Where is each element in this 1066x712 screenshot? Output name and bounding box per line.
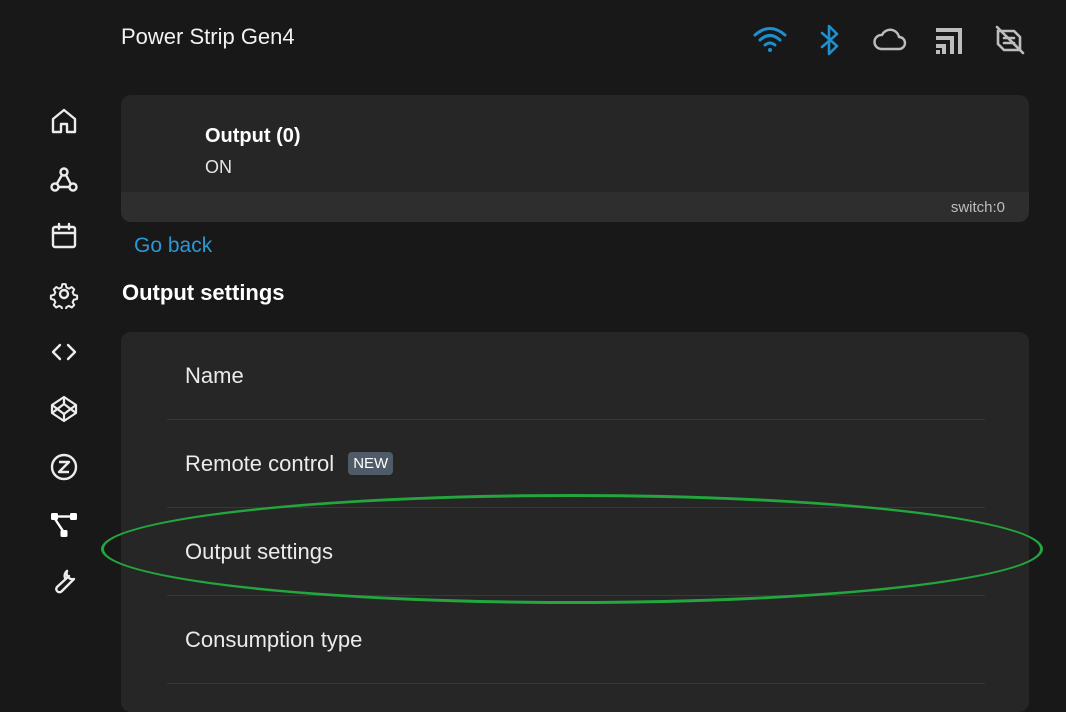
webhooks-icon [50,166,78,192]
settings-item-label: Output settings [185,539,333,564]
output-name: Output (0) [205,125,301,147]
output-footer: switch:0 [121,192,1029,222]
rss-icon[interactable] [932,22,968,58]
sidebar [44,92,84,611]
sidebar-item-zigbee[interactable] [44,438,84,496]
settings-item-remote-control[interactable]: Remote control NEW [167,420,985,508]
home-icon [51,108,77,134]
output-state: ON [205,157,232,177]
new-badge: NEW [348,452,394,475]
settings-item-label: Name [185,363,244,388]
gear-icon [49,283,79,309]
cloud-icon[interactable] [872,22,908,58]
scheduler-off-icon[interactable] [992,22,1028,58]
sidebar-item-components[interactable] [44,380,84,438]
settings-item-label: Consumption type [185,627,363,652]
go-back-link[interactable]: Go back [134,234,212,258]
settings-item-label: Remote control [185,451,335,476]
sidebar-item-webhooks[interactable] [44,150,84,208]
wrench-icon [55,570,76,594]
output-card: Output (0) ON switch:0 [121,95,1029,222]
code-icon [51,343,77,360]
settings-item-name[interactable]: Name [167,332,985,420]
sidebar-item-settings[interactable] [44,265,84,323]
output-id: switch:0 [950,199,1005,216]
bluetooth-icon[interactable] [812,22,848,58]
sidebar-item-schedules[interactable] [44,207,84,265]
calendar-icon [51,223,77,249]
settings-item-consumption-type[interactable]: Consumption type [167,596,985,684]
app-title: Power Strip Gen4 [121,24,295,49]
settings-item-label-wrap: Remote control NEW [185,451,394,477]
sidebar-item-home[interactable] [44,92,84,150]
z-circle-icon [50,453,78,481]
section-heading: Output settings [122,280,285,305]
sidebar-item-outputs[interactable] [44,496,84,554]
wifi-icon[interactable] [752,22,788,58]
hierarchy-icon [51,512,77,537]
settings-list: Name Remote control NEW Output settings C… [121,332,1029,712]
codepen-icon [50,396,78,423]
sidebar-item-tools[interactable] [44,554,84,612]
sidebar-item-scripts[interactable] [44,323,84,381]
settings-item-output-settings[interactable]: Output settings [167,508,985,596]
status-icons [752,22,1028,58]
